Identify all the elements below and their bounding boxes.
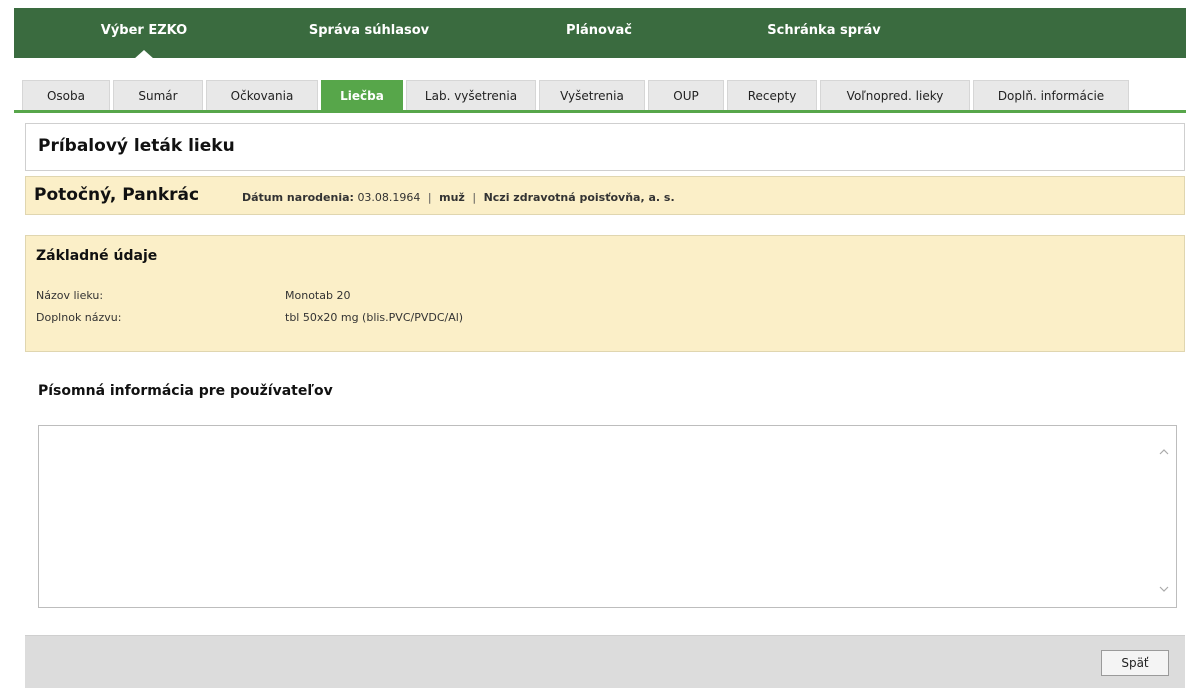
back-button[interactable]: Späť [1101, 650, 1169, 676]
basic-data-title: Základné údaje [36, 248, 158, 264]
patient-info: Dátum narodenia: 03.08.1964 | muž | Nczi… [242, 191, 675, 204]
written-info-title: Písomná informácia pre používateľov [38, 383, 333, 399]
tab-ockovania[interactable]: Očkovania [206, 80, 318, 110]
tab-volnopred-lieky[interactable]: Voľnopred. lieky [820, 80, 970, 110]
tab-recepty[interactable]: Recepty [727, 80, 817, 110]
drug-name-value: Monotab 20 [285, 289, 351, 302]
dob-value: 03.08.1964 [357, 191, 421, 204]
tab-lab-vysetrenia[interactable]: Lab. vyšetrenia [406, 80, 536, 110]
written-info-textarea[interactable] [38, 425, 1177, 608]
patient-insurer: Nczi zdravotná poisťovňa, a. s. [483, 191, 675, 204]
separator: | [427, 191, 432, 204]
footer-bar: Späť [25, 635, 1185, 688]
tab-dopln-informacie[interactable]: Doplň. informácie [973, 80, 1129, 110]
top-navigation-bar: Výber EZKO Správa súhlasov Plánovač Schr… [14, 8, 1186, 59]
topnav-sprava-suhlasov[interactable]: Správa súhlasov [284, 8, 454, 58]
drug-supplement-value: tbl 50x20 mg (blis.PVC/PVDC/Al) [285, 311, 464, 324]
tab-liecba[interactable]: Liečba [321, 80, 403, 110]
page-title-panel: Príbalový leták lieku [25, 123, 1185, 171]
topnav-vyber-ezko[interactable]: Výber EZKO [74, 8, 214, 59]
drug-supplement-label: Doplnok názvu: [36, 311, 122, 324]
dob-label: Dátum narodenia: [242, 191, 354, 204]
chevron-down-icon[interactable] [1158, 583, 1170, 595]
basic-data-panel: Základné údaje Názov lieku: Monotab 20 D… [25, 235, 1185, 352]
topnav-schranka-sprav[interactable]: Schránka správ [744, 8, 904, 58]
page-title: Príbalový leták lieku [38, 136, 235, 156]
topnav-planovac[interactable]: Plánovač [534, 8, 664, 58]
tab-oup[interactable]: OUP [648, 80, 724, 110]
tab-sumar[interactable]: Sumár [113, 80, 203, 110]
drug-name-label: Názov lieku: [36, 289, 104, 302]
separator: | [472, 191, 477, 204]
patient-bar: Potočný, Pankrác Dátum narodenia: 03.08.… [25, 176, 1185, 215]
chevron-up-icon[interactable] [1158, 446, 1170, 458]
tab-osoba[interactable]: Osoba [22, 80, 110, 110]
tab-strip: Osoba Sumár Očkovania Liečba Lab. vyšetr… [14, 58, 1186, 113]
patient-sex: muž [439, 191, 465, 204]
tab-underline [14, 110, 1186, 113]
patient-name: Potočný, Pankrác [34, 185, 200, 205]
tab-vysetrenia[interactable]: Vyšetrenia [539, 80, 645, 110]
